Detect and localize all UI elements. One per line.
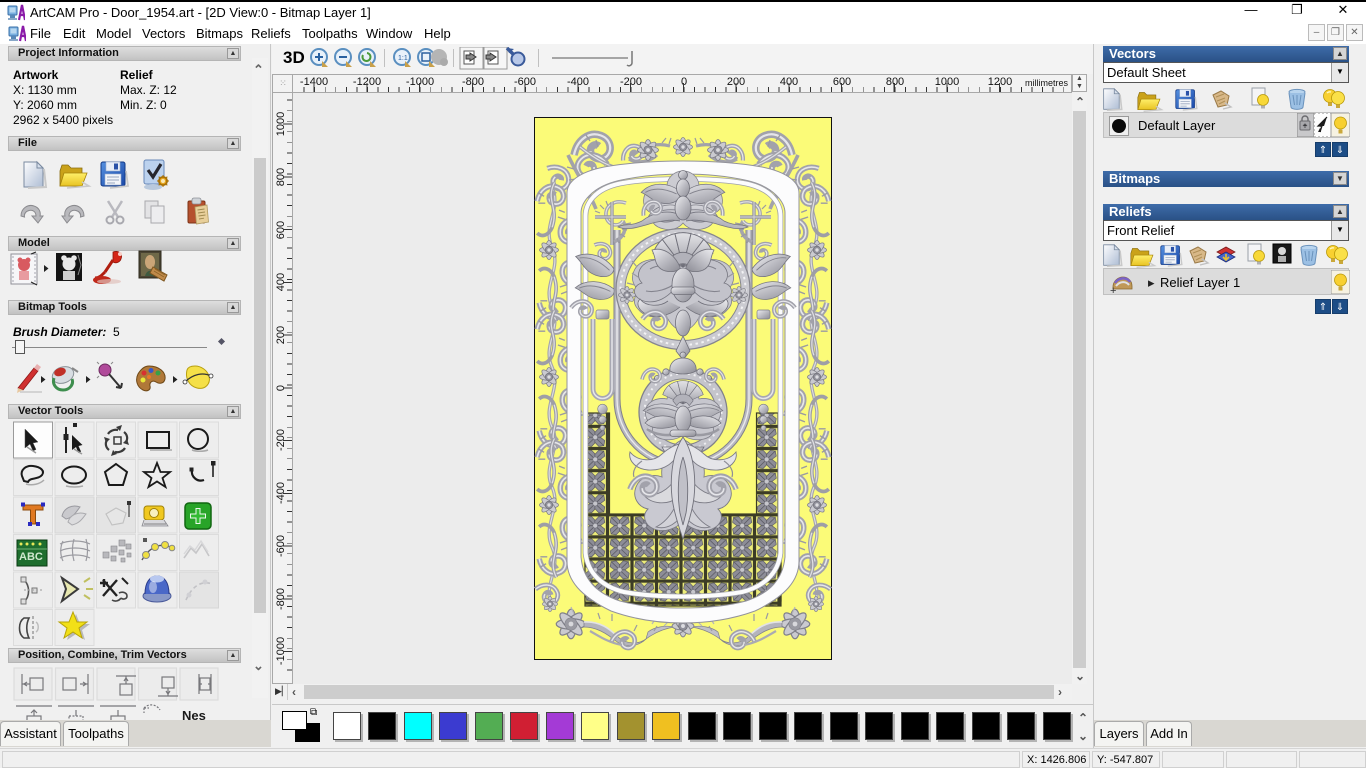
svg-text:1:1: 1:1 bbox=[398, 55, 408, 62]
svg-text:ABC: ABC bbox=[19, 551, 43, 563]
svg-text:+: + bbox=[1110, 285, 1116, 295]
